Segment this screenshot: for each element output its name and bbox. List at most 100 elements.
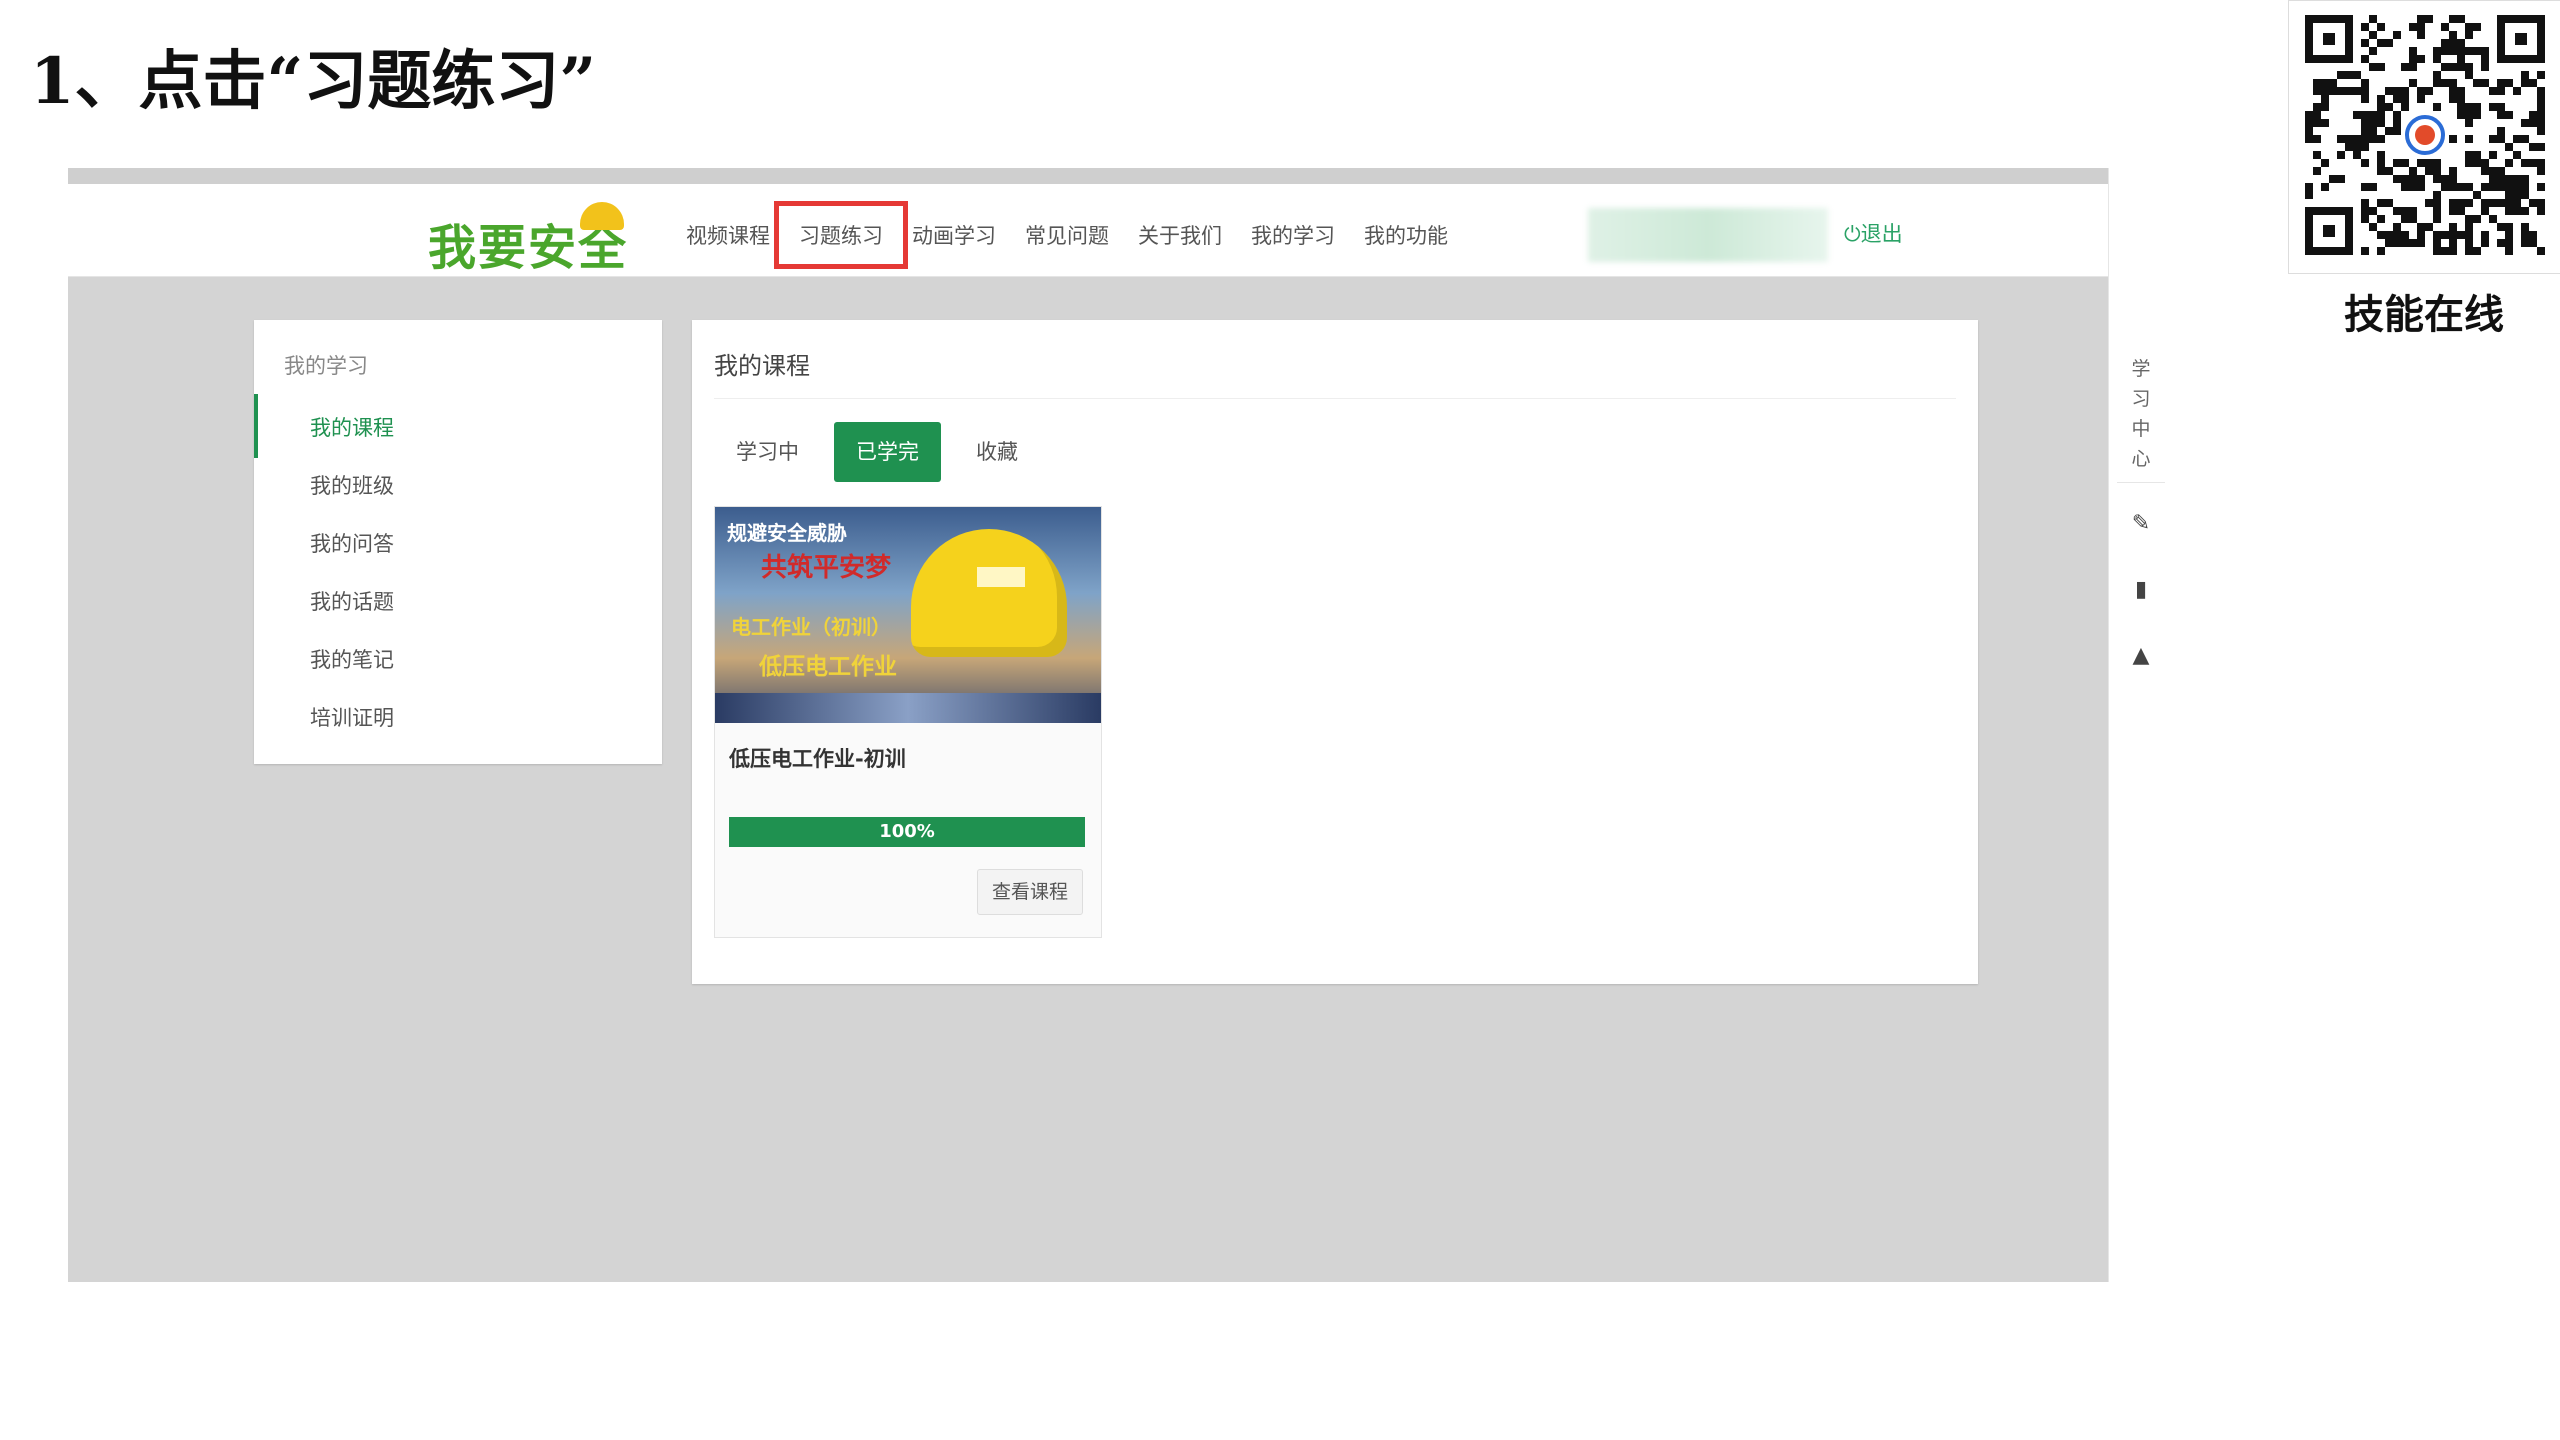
thumb-text-1: 规避安全威胁	[727, 521, 847, 545]
menu-my-questions[interactable]: 我的问答	[310, 528, 394, 558]
qr-module	[2377, 119, 2385, 127]
qr-code	[2288, 0, 2560, 274]
qr-module	[2521, 223, 2529, 231]
qr-module	[2449, 15, 2457, 23]
qr-module	[2529, 239, 2537, 247]
qr-module	[2345, 143, 2353, 151]
tab-completed[interactable]: 已学完	[834, 422, 941, 482]
qr-module	[2473, 23, 2481, 31]
qr-module	[2425, 15, 2433, 23]
course-card[interactable]: 规避安全威胁 共筑平安梦 电工作业（初训） 低压电工作业 低压电工作业-初训 1…	[714, 506, 1102, 938]
qr-module	[2377, 167, 2385, 175]
course-title[interactable]: 低压电工作业-初训	[729, 743, 906, 773]
qr-module	[2473, 79, 2481, 87]
qr-module	[2449, 207, 2457, 215]
menu-my-classes[interactable]: 我的班级	[310, 470, 394, 500]
qr-module	[2393, 239, 2401, 247]
qr-logo-icon	[2405, 115, 2445, 155]
qr-module	[2449, 175, 2457, 183]
qr-module	[2441, 63, 2449, 71]
qr-module	[2521, 71, 2529, 79]
menu-my-courses[interactable]: 我的课程	[310, 412, 394, 442]
qr-module	[2449, 239, 2457, 247]
tab-favorites[interactable]: 收藏	[954, 422, 1040, 482]
qr-module	[2465, 23, 2473, 31]
course-thumbnail[interactable]: 规避安全威胁 共筑平安梦 电工作业（初训） 低压电工作业	[715, 507, 1101, 723]
right-toolbar: 学习中心 ✎ ▮ ▲	[2108, 168, 2173, 1282]
qr-module	[2433, 71, 2441, 79]
main-title: 我的课程	[714, 352, 810, 380]
qr-module	[2465, 151, 2473, 159]
helmet-icon	[580, 202, 624, 230]
browser-strip	[68, 168, 2110, 184]
qr-module	[2361, 95, 2369, 103]
qr-module	[2529, 111, 2537, 119]
qr-module	[2321, 95, 2329, 103]
nav-exercises[interactable]: 习题练习	[774, 201, 908, 269]
qr-module	[2313, 135, 2321, 143]
qr-module	[2473, 191, 2481, 199]
qr-module	[2305, 119, 2313, 127]
learning-center-tab[interactable]: 学习中心	[2127, 354, 2155, 474]
nav-about[interactable]: 关于我们	[1124, 212, 1236, 258]
qr-module	[2537, 111, 2545, 119]
qr-module	[2409, 207, 2417, 215]
qr-module	[2401, 183, 2409, 191]
bell-icon[interactable]: ▲	[2129, 644, 2153, 668]
qr-module	[2361, 159, 2369, 167]
qr-module	[2377, 231, 2385, 239]
qr-module	[2449, 47, 2457, 55]
menu-training-cert[interactable]: 培训证明	[310, 702, 394, 732]
qr-module	[2377, 247, 2385, 255]
qr-module	[2537, 103, 2545, 111]
qr-module	[2337, 71, 2345, 79]
qr-module	[2369, 63, 2377, 71]
view-course-button[interactable]: 查看课程	[977, 869, 1083, 915]
qr-module	[2417, 175, 2425, 183]
tab-in-progress[interactable]: 学习中	[714, 422, 821, 482]
qr-module	[2433, 79, 2441, 87]
qr-module	[2513, 151, 2521, 159]
nav-my-functions[interactable]: 我的功能	[1350, 212, 1462, 258]
qr-module	[2441, 231, 2449, 239]
qr-module	[2497, 239, 2505, 247]
qr-module	[2537, 207, 2545, 215]
qr-module	[2529, 143, 2537, 151]
qr-module	[2369, 207, 2377, 215]
qr-module	[2457, 95, 2465, 103]
nav-video-courses[interactable]: 视频课程	[672, 212, 784, 258]
qr-module	[2361, 199, 2369, 207]
menu-my-notes[interactable]: 我的笔记	[310, 644, 394, 674]
qr-module	[2425, 199, 2433, 207]
qr-module	[2393, 119, 2401, 127]
qr-module	[2465, 215, 2473, 223]
nav-my-learning[interactable]: 我的学习	[1237, 212, 1349, 258]
qr-module	[2481, 207, 2489, 215]
qr-module	[2401, 239, 2409, 247]
qr-module	[2489, 167, 2497, 175]
qr-module	[2513, 175, 2521, 183]
qr-module	[2377, 215, 2385, 223]
qr-module	[2353, 135, 2361, 143]
qr-module	[2417, 31, 2425, 39]
qr-module	[2337, 175, 2345, 183]
qr-module	[2505, 191, 2513, 199]
qr-module	[2529, 231, 2537, 239]
qr-module	[2497, 103, 2505, 111]
qr-module	[2521, 159, 2529, 167]
book-icon[interactable]: ▮	[2129, 578, 2153, 602]
qr-module	[2393, 111, 2401, 119]
qr-module	[2473, 151, 2481, 159]
qr-module	[2465, 183, 2473, 191]
logout-link[interactable]: ⏻退出	[1844, 218, 1903, 248]
pencil-icon[interactable]: ✎	[2129, 512, 2153, 536]
qr-module	[2321, 119, 2329, 127]
qr-module	[2401, 87, 2409, 95]
qr-module	[2497, 167, 2505, 175]
nav-animation[interactable]: 动画学习	[898, 212, 1010, 258]
qr-module	[2481, 55, 2489, 63]
qr-module	[2457, 47, 2465, 55]
nav-faq[interactable]: 常见问题	[1011, 212, 1123, 258]
menu-my-topics[interactable]: 我的话题	[310, 586, 394, 616]
qr-module	[2377, 199, 2385, 207]
